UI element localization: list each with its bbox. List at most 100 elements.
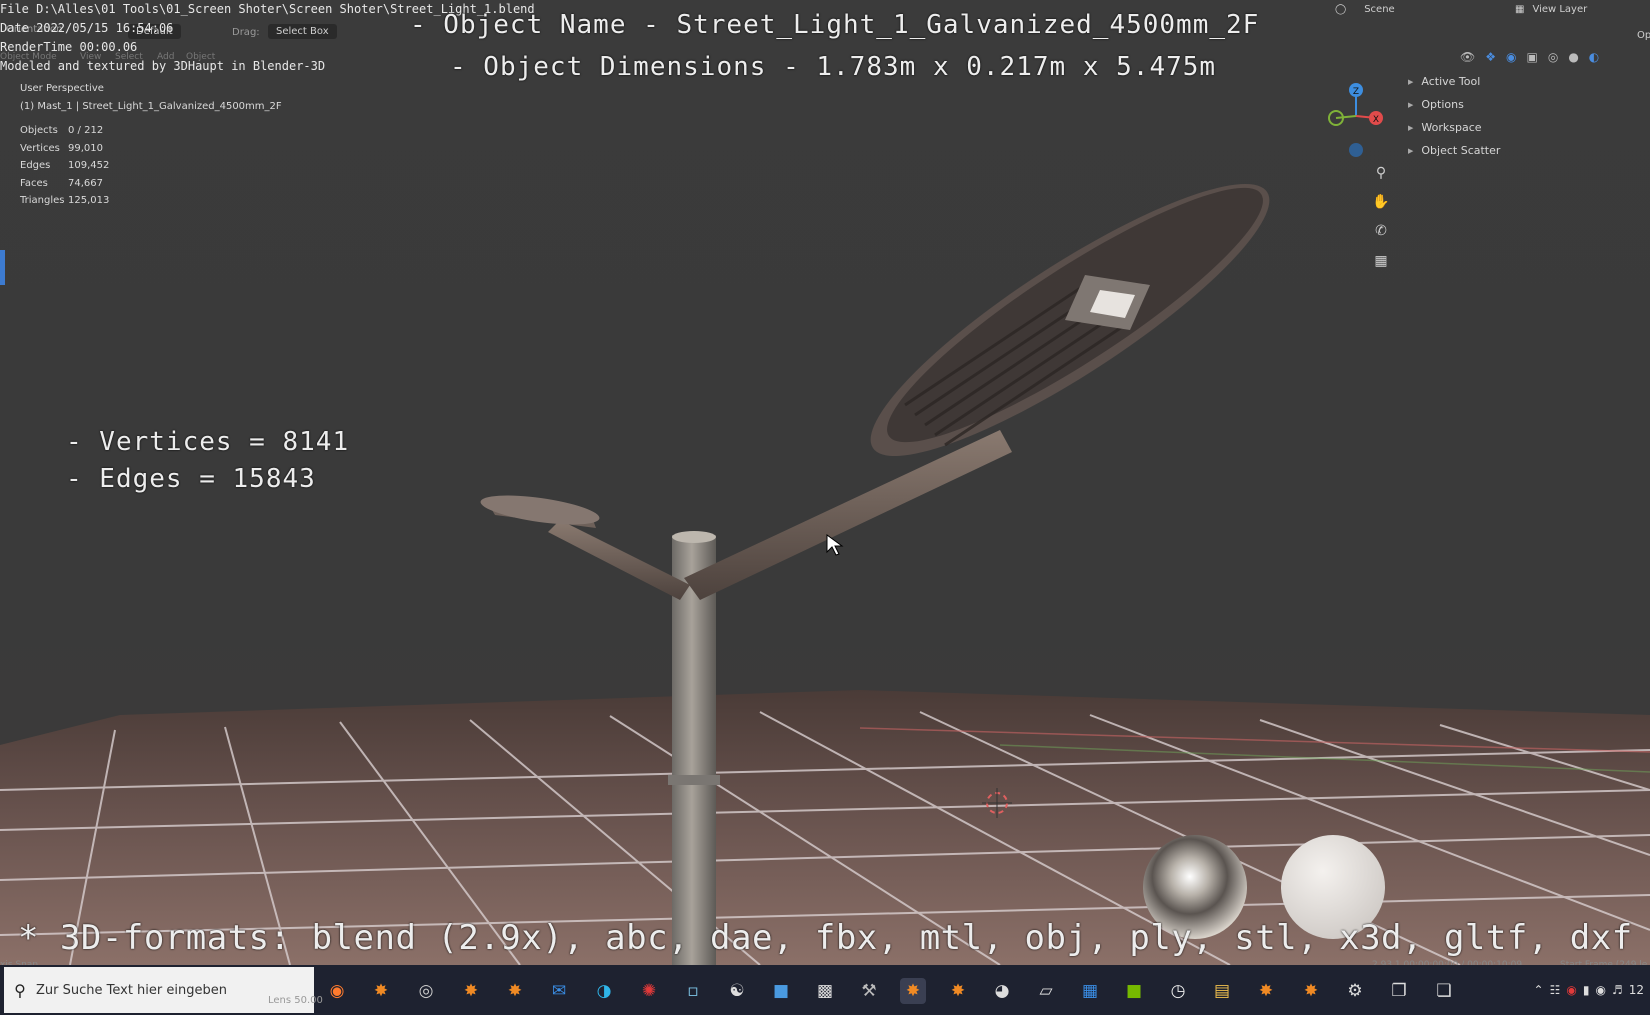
stat-value: 74,667 xyxy=(68,177,103,189)
view-layer-icon: ▦ xyxy=(1515,3,1525,15)
shading-toolbar: 👁 ❖ ◉ ▣ ◎ ● ◐ xyxy=(1460,50,1599,64)
stamp-render-time: RenderTime 00:00.06 xyxy=(0,40,138,54)
3d-viewport[interactable]: Orientation Default Drag: Select Box Obj… xyxy=(0,0,1650,965)
stat-row: Faces 74,667 xyxy=(20,178,109,196)
expand-triangle-icon: ▶ xyxy=(1408,123,1414,132)
system-tray: ⌃ ☷ ◉ ▮ ◉ ♬ 12 xyxy=(1534,965,1650,1015)
edge-icon[interactable]: ◑ xyxy=(591,978,617,1004)
volume-icon[interactable]: ♬ xyxy=(1612,983,1623,997)
material-shading-icon[interactable]: ◐ xyxy=(1589,50,1599,64)
obs-icon[interactable]: ◎ xyxy=(413,978,439,1004)
panel-workspace[interactable]: ▶ Workspace xyxy=(1400,116,1650,139)
blender-icon[interactable]: ✸ xyxy=(1253,978,1279,1004)
expand-triangle-icon: ▶ xyxy=(1408,77,1414,86)
navigation-gizmo[interactable]: Z X xyxy=(1318,78,1390,168)
wireframe-shading-icon[interactable]: ◎ xyxy=(1548,50,1558,64)
stat-row: Objects 0 / 212 xyxy=(20,125,109,143)
options-button[interactable]: Op xyxy=(1637,26,1650,44)
blender-icon[interactable]: ✸ xyxy=(502,978,528,1004)
gizmo-neg-z-axis[interactable] xyxy=(1349,143,1363,157)
scene-selector[interactable]: ◯ Scene xyxy=(1335,0,1395,18)
stamp-note: Modeled and textured by 3DHaupt in Blend… xyxy=(0,59,326,73)
solid-shading-icon[interactable]: ● xyxy=(1568,50,1578,64)
edges-overlay: - Edges = 15843 xyxy=(66,464,316,494)
panel-label: Options xyxy=(1421,98,1464,111)
collection-label: (1) Mast_1 | Street_Light_1_Galvanized_4… xyxy=(20,101,282,112)
wifi-icon[interactable]: ◉ xyxy=(1595,983,1605,997)
network-share-icon[interactable]: ☷ xyxy=(1550,983,1561,997)
xray-icon[interactable]: ▣ xyxy=(1526,50,1537,64)
stat-key: Objects xyxy=(20,125,58,136)
paint-icon[interactable]: ☯ xyxy=(724,978,750,1004)
taskbar-search[interactable]: ⚲ Zur Suche Text hier eingeben xyxy=(4,967,314,1013)
panel-active-tool[interactable]: ▶ Active Tool xyxy=(1400,70,1650,93)
sidebar-panel: ▶ Active Tool ▶ Options ▶ Workspace ▶ Object… xyxy=(1400,70,1650,162)
nvidia-icon[interactable]: ■ xyxy=(1121,978,1147,1004)
chat-icon[interactable]: ■ xyxy=(768,978,794,1004)
blender-icon[interactable]: ✸ xyxy=(945,978,971,1004)
pan-hand-icon[interactable]: ✋ xyxy=(1370,191,1392,213)
visibility-icon[interactable]: 👁 xyxy=(1460,50,1475,64)
blender-icon[interactable]: ✸ xyxy=(458,978,484,1004)
stat-value: 99,010 xyxy=(68,142,103,154)
search-icon: ⚲ xyxy=(14,980,26,1000)
stat-row: Triangles 125,013 xyxy=(20,195,109,213)
chevron-up-icon[interactable]: ⌃ xyxy=(1534,983,1544,997)
stat-key: Triangles xyxy=(20,195,65,206)
vertices-overlay: - Vertices = 8141 xyxy=(66,427,350,457)
view-layer-selector[interactable]: ▦ View Layer xyxy=(1515,0,1587,18)
stat-key: Vertices xyxy=(20,142,60,154)
panda-icon[interactable]: ◕ xyxy=(989,978,1015,1004)
camera-view-icon[interactable]: ✆ xyxy=(1370,220,1392,242)
stamp-date: Date 2022/05/15 16:54:06 xyxy=(0,21,174,35)
formats-overlay: * 3D-formats: blend (2.9x), abc, dae, fb… xyxy=(18,918,1633,958)
blender-icon[interactable]: ✸ xyxy=(368,978,394,1004)
object-name-overlay: - Object Name - Street_Light_1_Galvanize… xyxy=(410,10,1260,40)
snipping-icon[interactable]: ❏ xyxy=(1431,978,1457,1004)
antivirus-icon[interactable]: ◉ xyxy=(1566,983,1576,997)
blender-active-icon[interactable]: ✸ xyxy=(900,978,926,1004)
app-red-icon[interactable]: ✺ xyxy=(636,978,662,1004)
cube-icon[interactable]: ▱ xyxy=(1033,978,1059,1004)
drag-label: Drag: xyxy=(232,27,260,38)
mail-icon[interactable]: ✉ xyxy=(546,978,572,1004)
notes-icon[interactable]: ▫ xyxy=(680,978,706,1004)
overlay-toggle-icon[interactable]: ◉ xyxy=(1506,50,1516,64)
firefox-icon[interactable]: ◉ xyxy=(324,978,350,1004)
scene-icon: ◯ xyxy=(1335,3,1347,15)
expand-triangle-icon: ▶ xyxy=(1408,100,1414,109)
object-dimensions-overlay: - Object Dimensions - 1.783m x 0.217m x … xyxy=(450,52,1217,82)
gizmo-toggle-icon[interactable]: ❖ xyxy=(1485,50,1496,64)
window-icon[interactable]: ❐ xyxy=(1386,978,1412,1004)
panel-label: Active Tool xyxy=(1421,75,1481,88)
drag-value: Select Box xyxy=(268,24,337,39)
view-layer-name: View Layer xyxy=(1532,3,1588,15)
stat-value: 0 / 212 xyxy=(68,125,104,136)
scene-name: Scene xyxy=(1364,3,1395,15)
active-tool-indicator[interactable] xyxy=(0,250,5,285)
drag-dropdown[interactable]: Select Box xyxy=(268,24,337,46)
scene-statistics: Objects 0 / 212 Vertices 99,010 Edges 109,4… xyxy=(20,125,109,213)
settings-gear-icon[interactable]: ⚙ xyxy=(1342,978,1368,1004)
calendar-icon[interactable]: ▦ xyxy=(1077,978,1103,1004)
gizmo-z-label: Z xyxy=(1353,87,1359,97)
tool-icon[interactable]: ⚒ xyxy=(856,978,882,1004)
panel-options[interactable]: ▶ Options xyxy=(1400,93,1650,116)
search-placeholder: Zur Suche Text hier eingeben xyxy=(36,982,227,998)
terminal-icon[interactable]: ▩ xyxy=(812,978,838,1004)
stat-value: 125,013 xyxy=(68,195,110,206)
stat-row: Vertices 99,010 xyxy=(20,143,109,161)
tray-clock[interactable]: 12 xyxy=(1629,983,1644,997)
blender-icon[interactable]: ✸ xyxy=(1298,978,1324,1004)
panel-label: Workspace xyxy=(1421,121,1482,134)
zoom-icon[interactable]: ⚲ xyxy=(1370,162,1392,184)
stat-key: Edges xyxy=(20,160,51,171)
panel-object-scatter[interactable]: ▶ Object Scatter xyxy=(1400,139,1650,162)
perspective-grid-icon[interactable]: ▦ xyxy=(1370,250,1392,272)
battery-icon[interactable]: ▮ xyxy=(1583,983,1590,997)
clock-app-icon[interactable]: ◷ xyxy=(1165,978,1191,1004)
stat-value: 109,452 xyxy=(68,160,110,171)
stat-key: Faces xyxy=(20,177,48,189)
lens-readout: Lens 50.00 xyxy=(268,995,323,1006)
folder-icon[interactable]: ▤ xyxy=(1209,978,1235,1004)
